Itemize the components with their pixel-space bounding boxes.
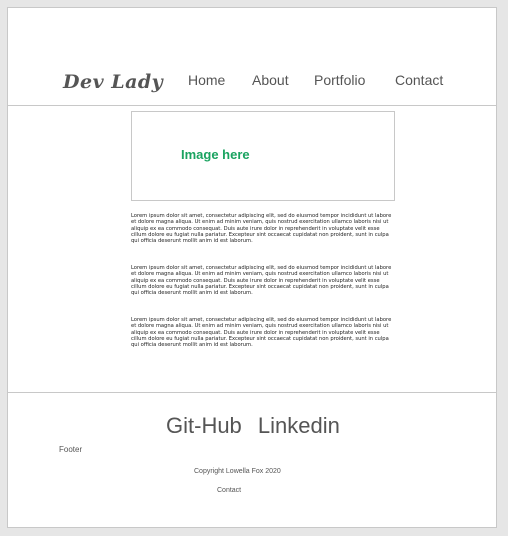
nav-contact-link[interactable]: Contact — [395, 72, 443, 88]
footer-social-links: Git-Hub Linkedin — [166, 413, 350, 439]
image-placeholder-label: Image here — [181, 147, 250, 162]
page-container: Dev Lady Home About Portfolio Contact Im… — [7, 7, 497, 528]
body-paragraph-3: Lorem ipsum dolor sit amet, consectetur … — [131, 317, 392, 349]
footer-label: Footer — [59, 445, 83, 454]
copyright-text: Copyright Lowella Fox 2020 — [194, 468, 281, 475]
footer-contact-link[interactable]: Contact — [217, 487, 241, 494]
image-placeholder: Image here — [131, 111, 395, 201]
header-divider — [8, 105, 496, 106]
nav-portfolio-link[interactable]: Portfolio — [314, 72, 365, 88]
nav-about-link[interactable]: About — [252, 72, 289, 88]
footer-divider — [8, 392, 496, 393]
body-paragraph-2: Lorem ipsum dolor sit amet, consectetur … — [131, 265, 392, 297]
nav-home-link[interactable]: Home — [188, 72, 225, 88]
body-paragraph-1: Lorem ipsum dolor sit amet, consectetur … — [131, 213, 392, 245]
github-link[interactable]: Git-Hub — [166, 413, 242, 438]
site-logo[interactable]: Dev Lady — [63, 71, 163, 93]
linkedin-link[interactable]: Linkedin — [258, 413, 340, 438]
